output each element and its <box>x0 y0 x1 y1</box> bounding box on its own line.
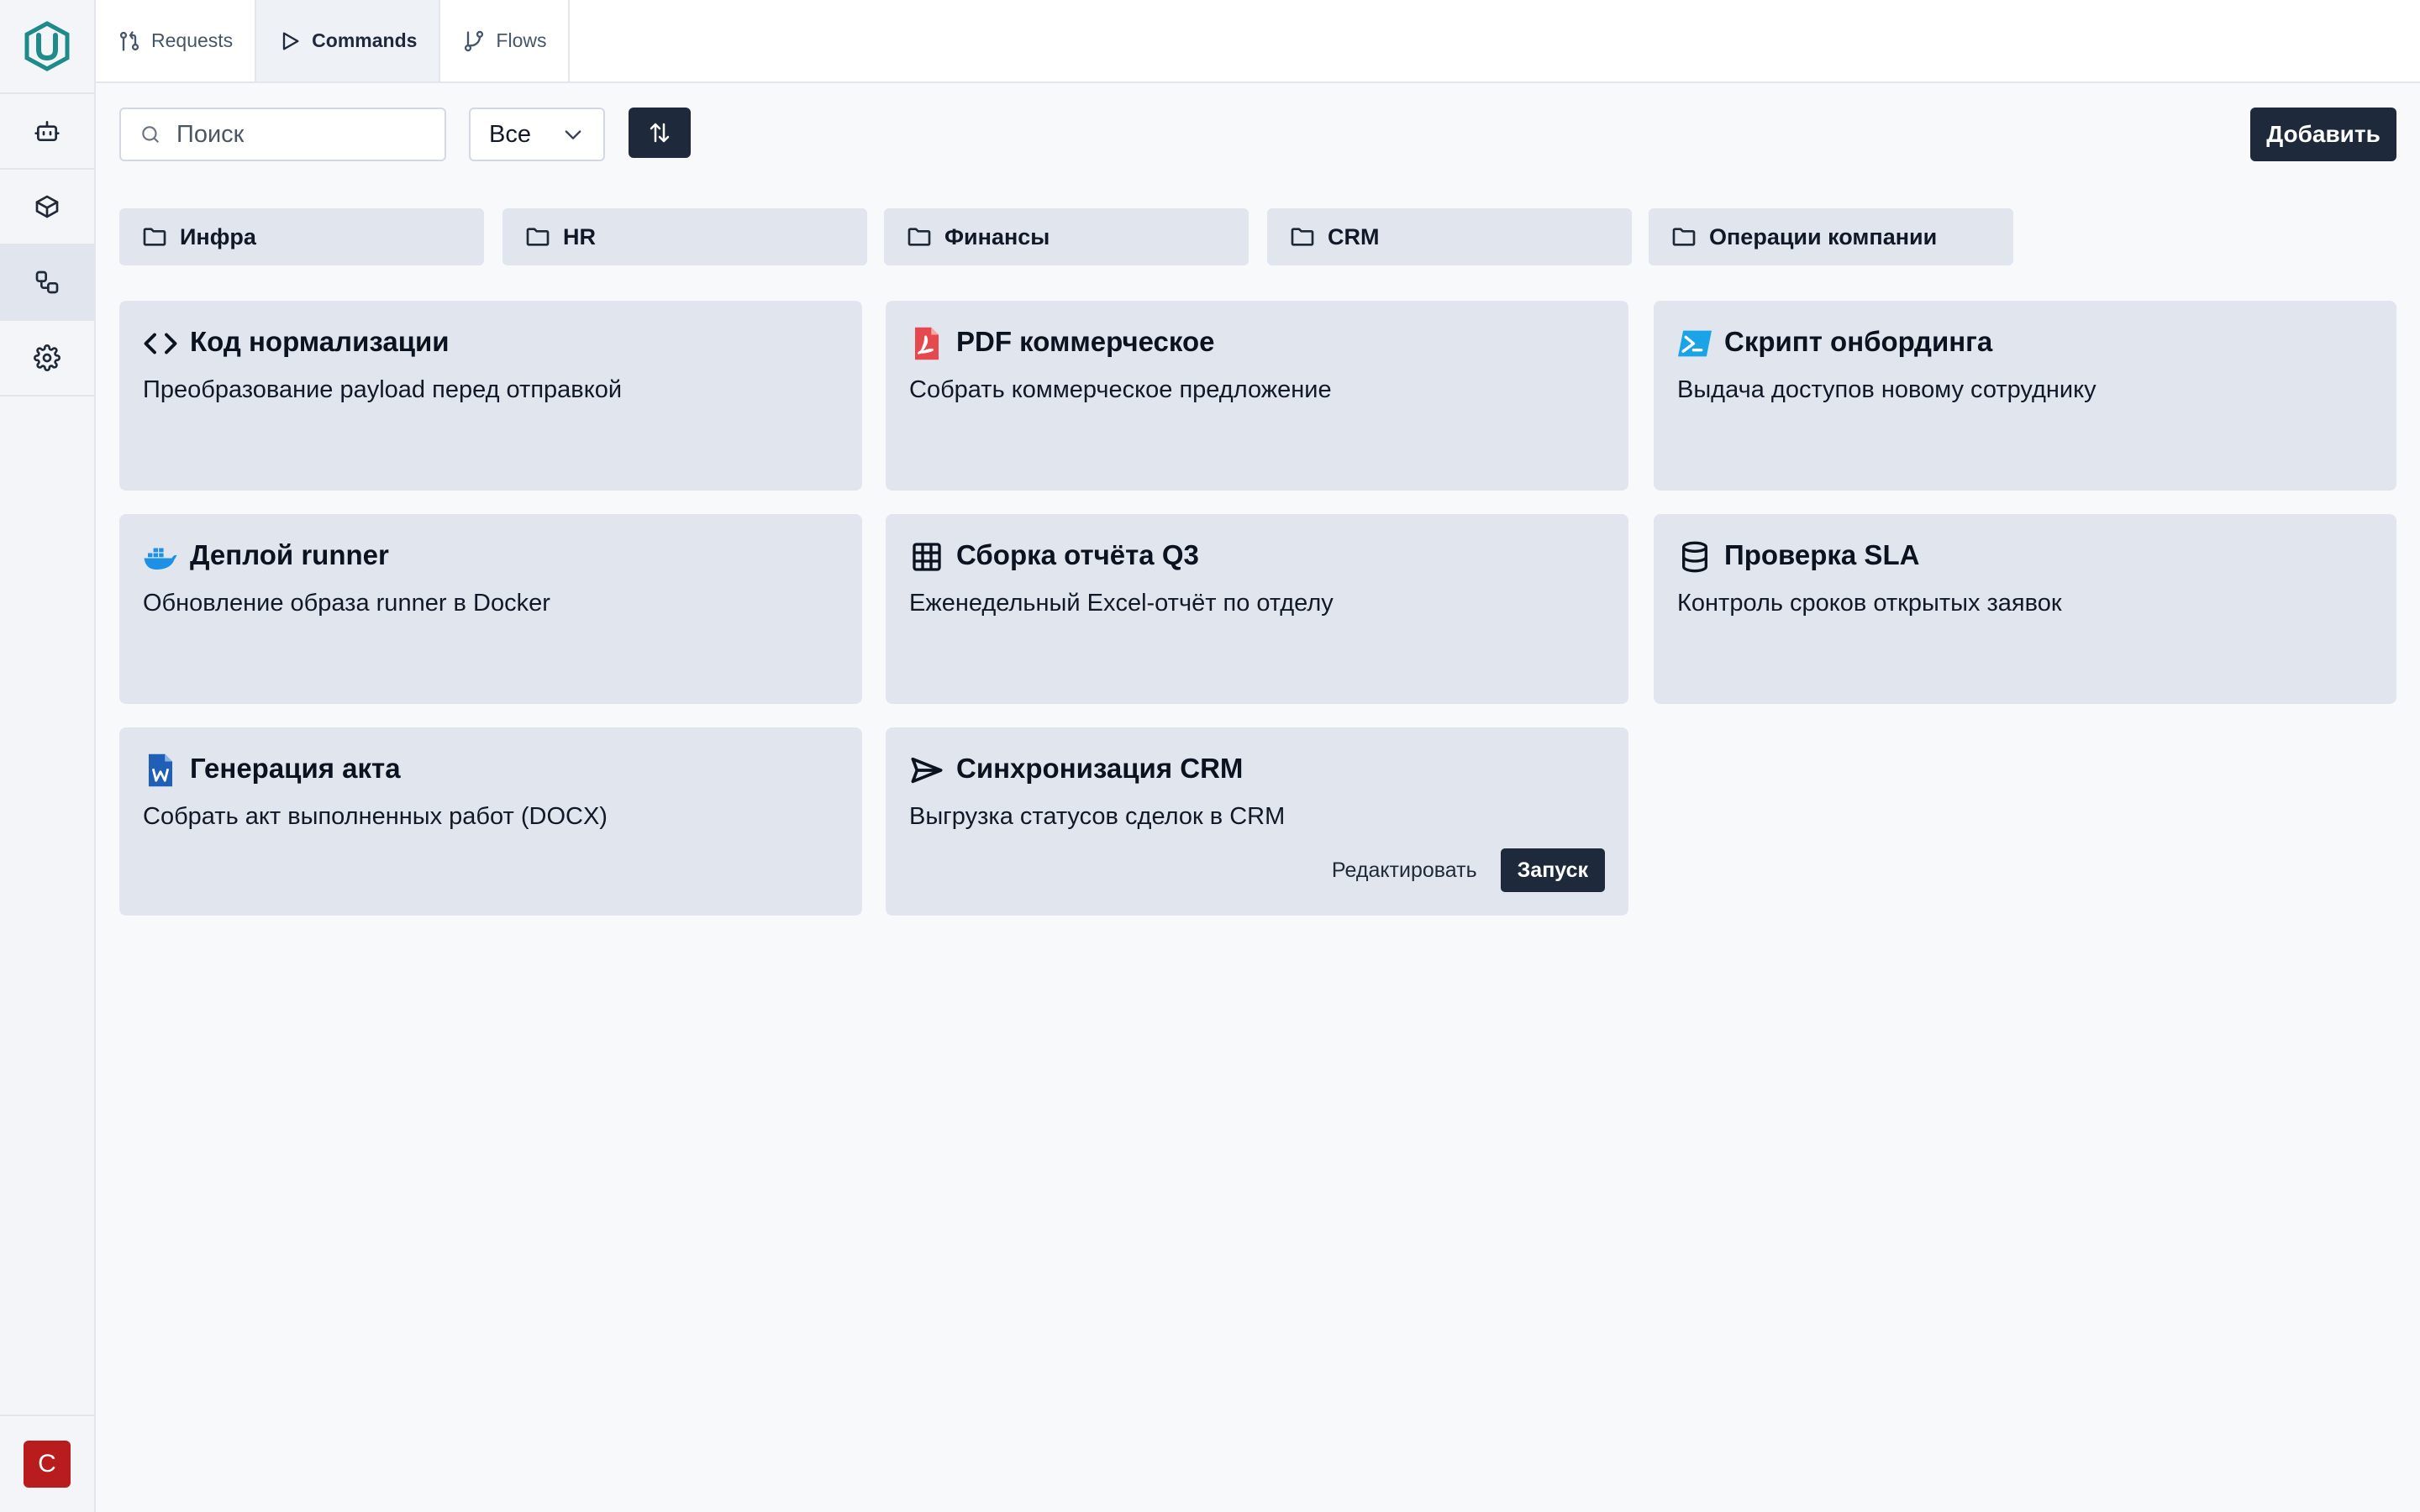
folder-label: Финансы <box>944 223 1050 249</box>
card-description: Обновление образа runner в Docker <box>143 590 550 617</box>
app-logo[interactable] <box>0 0 94 94</box>
tab-bar: Requests Commands Flows <box>96 0 2420 83</box>
command-card[interactable]: Проверка SLA Контроль сроков открытых за… <box>1654 514 2396 704</box>
git-pull-request-icon <box>119 30 139 51</box>
card-title: PDF коммерческое <box>956 326 1215 357</box>
search-placeholder: Поиск <box>176 120 245 148</box>
filter-select[interactable]: Все <box>469 108 605 161</box>
box-icon <box>35 195 59 218</box>
tab-label: Requests <box>151 29 234 51</box>
command-card[interactable]: Синхронизация CRM Выгрузка статусов сдел… <box>886 727 1628 916</box>
word-file-icon <box>143 753 178 788</box>
card-title: Скрипт онбординга <box>1724 326 1993 357</box>
logo-icon <box>24 21 70 71</box>
folder-icon <box>1291 228 1314 246</box>
folder-finance[interactable]: Финансы <box>884 208 1249 265</box>
edit-button[interactable]: Редактировать <box>1332 858 1477 883</box>
card-description: Выдача доступов новому сотруднику <box>1677 376 2096 403</box>
workflow-icon <box>35 270 59 294</box>
folder-label: HR <box>563 223 596 249</box>
folder-infra[interactable]: Инфра <box>119 208 484 265</box>
card-description: Выгрузка статусов сделок в CRM <box>909 803 1286 830</box>
sidebar: C <box>0 0 96 1512</box>
tab-commands[interactable]: Commands <box>256 0 441 81</box>
card-title: Деплой runner <box>190 539 389 570</box>
user-area: C <box>0 1415 94 1512</box>
sort-arrows-icon <box>650 123 670 143</box>
git-branch-icon <box>465 30 484 51</box>
card-description: Собрать акт выполненных работ (DOCX) <box>143 803 608 830</box>
play-icon <box>283 32 299 50</box>
sidebar-item-workflows[interactable] <box>0 245 94 321</box>
card-title: Проверка SLA <box>1724 539 1920 570</box>
filter-select-value: Все <box>489 120 531 148</box>
command-card[interactable]: Код нормализации Преобразование payload … <box>119 301 862 491</box>
folder-company-ops[interactable]: Операции компании <box>1649 208 2013 265</box>
card-title: Генерация акта <box>190 753 401 784</box>
run-button[interactable]: Запуск <box>1500 848 1605 892</box>
command-card[interactable]: Сборка отчёта Q3 Еженедельный Excel-отчё… <box>886 514 1628 704</box>
folder-crm[interactable]: CRM <box>1267 208 1632 265</box>
sidebar-item-packages[interactable] <box>0 170 94 245</box>
tab-label: Flows <box>496 29 547 51</box>
code-icon <box>143 326 178 361</box>
card-title: Синхронизация CRM <box>956 753 1244 784</box>
send-icon <box>909 753 944 788</box>
app-root: C Requests Commands Flows Поиск Все Доба… <box>0 0 2420 1512</box>
search-icon <box>142 126 159 143</box>
folder-label: Операции компании <box>1709 223 1938 249</box>
command-card[interactable]: PDF коммерческое Собрать коммерческое пр… <box>886 301 1628 491</box>
table-icon <box>909 539 944 575</box>
gear-icon <box>34 344 60 371</box>
avatar[interactable]: C <box>24 1441 71 1488</box>
tab-label: Commands <box>312 29 418 51</box>
folder-icon <box>1672 228 1696 246</box>
tab-requests[interactable]: Requests <box>96 0 257 81</box>
sidebar-item-bots[interactable] <box>0 94 94 170</box>
command-card[interactable]: Генерация акта Собрать акт выполненных р… <box>119 727 862 916</box>
powershell-icon <box>1677 326 1712 361</box>
folder-icon <box>143 228 166 246</box>
folder-icon <box>908 228 931 246</box>
search-input[interactable]: Поиск <box>119 108 446 161</box>
database-icon <box>1677 539 1712 575</box>
card-description: Еженедельный Excel-отчёт по отделу <box>909 590 1334 617</box>
command-card[interactable]: Деплой runner Обновление образа runner в… <box>119 514 862 704</box>
folder-icon <box>526 228 550 246</box>
sidebar-item-settings[interactable] <box>0 321 94 396</box>
tab-flows[interactable]: Flows <box>440 0 571 81</box>
folder-label: CRM <box>1328 223 1380 249</box>
add-button[interactable]: Добавить <box>2250 108 2396 161</box>
sort-button[interactable] <box>629 108 691 158</box>
folder-hr[interactable]: HR <box>502 208 867 265</box>
docker-icon <box>143 539 178 575</box>
card-description: Контроль сроков открытых заявок <box>1677 590 2062 617</box>
card-title: Код нормализации <box>190 326 450 357</box>
chevron-down-icon <box>565 130 581 139</box>
card-title: Сборка отчёта Q3 <box>956 539 1199 570</box>
pdf-file-icon <box>909 326 944 361</box>
command-card[interactable]: Скрипт онбординга Выдача доступов новому… <box>1654 301 2396 491</box>
card-actions: Редактировать Запуск <box>1332 848 1605 892</box>
folder-label: Инфра <box>180 223 256 249</box>
bot-icon <box>34 121 60 141</box>
card-description: Собрать коммерческое предложение <box>909 376 1332 403</box>
card-description: Преобразование payload перед отправкой <box>143 376 623 403</box>
